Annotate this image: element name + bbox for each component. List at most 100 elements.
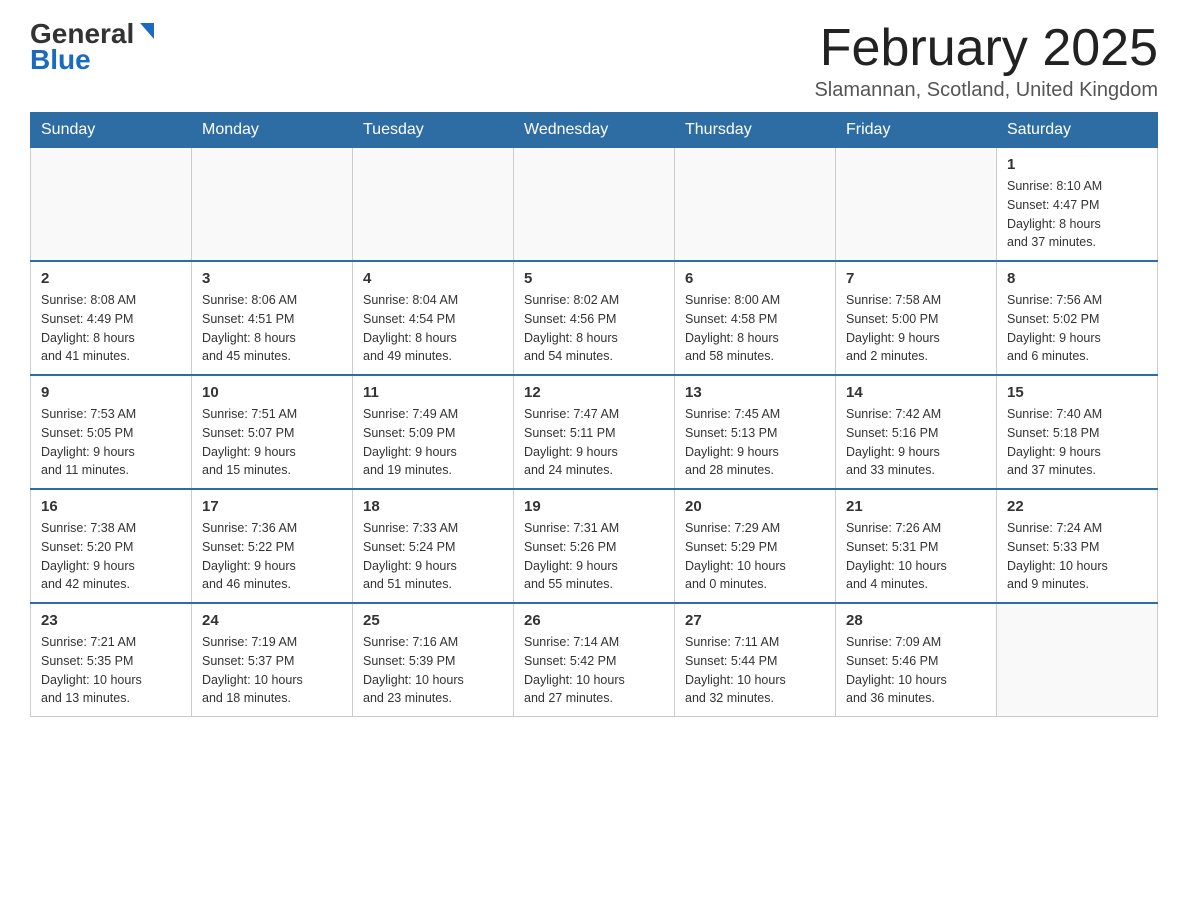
calendar-cell: 16Sunrise: 7:38 AMSunset: 5:20 PMDayligh…: [31, 489, 192, 603]
day-info: Sunrise: 8:02 AMSunset: 4:56 PMDaylight:…: [524, 291, 664, 366]
day-info: Sunrise: 7:40 AMSunset: 5:18 PMDaylight:…: [1007, 405, 1147, 480]
day-number: 15: [1007, 384, 1147, 401]
title-block: February 2025 Slamannan, Scotland, Unite…: [814, 20, 1158, 102]
day-info: Sunrise: 7:42 AMSunset: 5:16 PMDaylight:…: [846, 405, 986, 480]
calendar-cell: 2 Sunrise: 8:08 AMSunset: 4:49 PMDaylight…: [31, 261, 192, 375]
day-number: 5: [524, 270, 664, 287]
day-info: Sunrise: 8:00 AMSunset: 4:58 PMDaylight:…: [685, 291, 825, 366]
day-number: 16: [41, 498, 181, 515]
day-number: 2: [41, 270, 181, 287]
day-number: 25: [363, 612, 503, 629]
day-number: 9: [41, 384, 181, 401]
calendar-cell: [836, 148, 997, 262]
col-header-saturday: Saturday: [997, 113, 1158, 148]
calendar-week-row: 9 Sunrise: 7:53 AMSunset: 5:05 PMDaylight…: [31, 375, 1158, 489]
day-number: 20: [685, 498, 825, 515]
calendar-table: SundayMondayTuesdayWednesdayThursdayFrid…: [30, 112, 1158, 717]
day-info: Sunrise: 8:10 AMSunset: 4:47 PMDaylight:…: [1007, 177, 1147, 252]
day-number: 1: [1007, 156, 1147, 173]
calendar-cell: 8 Sunrise: 7:56 AMSunset: 5:02 PMDaylight…: [997, 261, 1158, 375]
day-number: 17: [202, 498, 342, 515]
calendar-cell: 28 Sunrise: 7:09 AMSunset: 5:46 PMDayligh…: [836, 603, 997, 717]
calendar-cell: 5 Sunrise: 8:02 AMSunset: 4:56 PMDaylight…: [514, 261, 675, 375]
calendar-cell: [192, 148, 353, 262]
calendar-cell: 19 Sunrise: 7:31 AMSunset: 5:26 PMDayligh…: [514, 489, 675, 603]
col-header-monday: Monday: [192, 113, 353, 148]
calendar-cell: 20 Sunrise: 7:29 AMSunset: 5:29 PMDayligh…: [675, 489, 836, 603]
day-number: 3: [202, 270, 342, 287]
logo-arrow-icon: [136, 21, 158, 43]
calendar-cell: 6 Sunrise: 8:00 AMSunset: 4:58 PMDaylight…: [675, 261, 836, 375]
day-info: Sunrise: 7:45 AMSunset: 5:13 PMDaylight:…: [685, 405, 825, 480]
location: Slamannan, Scotland, United Kingdom: [814, 79, 1158, 102]
calendar-week-row: 23Sunrise: 7:21 AMSunset: 5:35 PMDayligh…: [31, 603, 1158, 717]
calendar-cell: 11 Sunrise: 7:49 AMSunset: 5:09 PMDayligh…: [353, 375, 514, 489]
day-info: Sunrise: 7:16 AMSunset: 5:39 PMDaylight:…: [363, 633, 503, 708]
day-info: Sunrise: 7:49 AMSunset: 5:09 PMDaylight:…: [363, 405, 503, 480]
col-header-tuesday: Tuesday: [353, 113, 514, 148]
day-number: 19: [524, 498, 664, 515]
day-number: 4: [363, 270, 503, 287]
day-number: 26: [524, 612, 664, 629]
day-info: Sunrise: 7:09 AMSunset: 5:46 PMDaylight:…: [846, 633, 986, 708]
logo-blue: Blue: [30, 44, 91, 76]
day-number: 11: [363, 384, 503, 401]
day-info: Sunrise: 7:11 AMSunset: 5:44 PMDaylight:…: [685, 633, 825, 708]
calendar-cell: 13 Sunrise: 7:45 AMSunset: 5:13 PMDayligh…: [675, 375, 836, 489]
day-info: Sunrise: 8:04 AMSunset: 4:54 PMDaylight:…: [363, 291, 503, 366]
day-info: Sunrise: 7:33 AMSunset: 5:24 PMDaylight:…: [363, 519, 503, 594]
calendar-cell: 9 Sunrise: 7:53 AMSunset: 5:05 PMDaylight…: [31, 375, 192, 489]
calendar-cell: 23Sunrise: 7:21 AMSunset: 5:35 PMDayligh…: [31, 603, 192, 717]
day-info: Sunrise: 8:08 AMSunset: 4:49 PMDaylight:…: [41, 291, 181, 366]
calendar-cell: [353, 148, 514, 262]
page-header: General Blue February 2025 Slamannan, Sc…: [30, 20, 1158, 102]
calendar-header-row: SundayMondayTuesdayWednesdayThursdayFrid…: [31, 113, 1158, 148]
col-header-wednesday: Wednesday: [514, 113, 675, 148]
day-info: Sunrise: 7:19 AMSunset: 5:37 PMDaylight:…: [202, 633, 342, 708]
day-info: Sunrise: 7:31 AMSunset: 5:26 PMDaylight:…: [524, 519, 664, 594]
calendar-cell: 24 Sunrise: 7:19 AMSunset: 5:37 PMDayligh…: [192, 603, 353, 717]
calendar-cell: 3 Sunrise: 8:06 AMSunset: 4:51 PMDaylight…: [192, 261, 353, 375]
calendar-cell: [31, 148, 192, 262]
calendar-week-row: 2 Sunrise: 8:08 AMSunset: 4:49 PMDaylight…: [31, 261, 1158, 375]
calendar-cell: 25 Sunrise: 7:16 AMSunset: 5:39 PMDayligh…: [353, 603, 514, 717]
calendar-cell: 12Sunrise: 7:47 AMSunset: 5:11 PMDayligh…: [514, 375, 675, 489]
day-info: Sunrise: 8:06 AMSunset: 4:51 PMDaylight:…: [202, 291, 342, 366]
calendar-cell: 18 Sunrise: 7:33 AMSunset: 5:24 PMDayligh…: [353, 489, 514, 603]
logo: General Blue: [30, 20, 158, 76]
day-info: Sunrise: 7:24 AMSunset: 5:33 PMDaylight:…: [1007, 519, 1147, 594]
day-number: 24: [202, 612, 342, 629]
col-header-sunday: Sunday: [31, 113, 192, 148]
calendar-week-row: 1 Sunrise: 8:10 AMSunset: 4:47 PMDaylight…: [31, 148, 1158, 262]
calendar-cell: 4 Sunrise: 8:04 AMSunset: 4:54 PMDaylight…: [353, 261, 514, 375]
day-info: Sunrise: 7:58 AMSunset: 5:00 PMDaylight:…: [846, 291, 986, 366]
calendar-cell: 22 Sunrise: 7:24 AMSunset: 5:33 PMDayligh…: [997, 489, 1158, 603]
day-info: Sunrise: 7:21 AMSunset: 5:35 PMDaylight:…: [41, 633, 181, 708]
day-number: 18: [363, 498, 503, 515]
day-number: 10: [202, 384, 342, 401]
calendar-cell: [514, 148, 675, 262]
day-info: Sunrise: 7:14 AMSunset: 5:42 PMDaylight:…: [524, 633, 664, 708]
calendar-cell: 26 Sunrise: 7:14 AMSunset: 5:42 PMDayligh…: [514, 603, 675, 717]
day-info: Sunrise: 7:53 AMSunset: 5:05 PMDaylight:…: [41, 405, 181, 480]
calendar-cell: 27Sunrise: 7:11 AMSunset: 5:44 PMDayligh…: [675, 603, 836, 717]
day-info: Sunrise: 7:51 AMSunset: 5:07 PMDaylight:…: [202, 405, 342, 480]
calendar-cell: 10 Sunrise: 7:51 AMSunset: 5:07 PMDayligh…: [192, 375, 353, 489]
day-number: 13: [685, 384, 825, 401]
calendar-week-row: 16Sunrise: 7:38 AMSunset: 5:20 PMDayligh…: [31, 489, 1158, 603]
day-number: 8: [1007, 270, 1147, 287]
calendar-cell: 14 Sunrise: 7:42 AMSunset: 5:16 PMDayligh…: [836, 375, 997, 489]
day-number: 14: [846, 384, 986, 401]
day-info: Sunrise: 7:29 AMSunset: 5:29 PMDaylight:…: [685, 519, 825, 594]
col-header-friday: Friday: [836, 113, 997, 148]
col-header-thursday: Thursday: [675, 113, 836, 148]
day-number: 28: [846, 612, 986, 629]
day-number: 6: [685, 270, 825, 287]
day-number: 7: [846, 270, 986, 287]
day-number: 22: [1007, 498, 1147, 515]
day-info: Sunrise: 7:56 AMSunset: 5:02 PMDaylight:…: [1007, 291, 1147, 366]
calendar-cell: [675, 148, 836, 262]
calendar-cell: 21Sunrise: 7:26 AMSunset: 5:31 PMDayligh…: [836, 489, 997, 603]
day-number: 12: [524, 384, 664, 401]
calendar-cell: [997, 603, 1158, 717]
